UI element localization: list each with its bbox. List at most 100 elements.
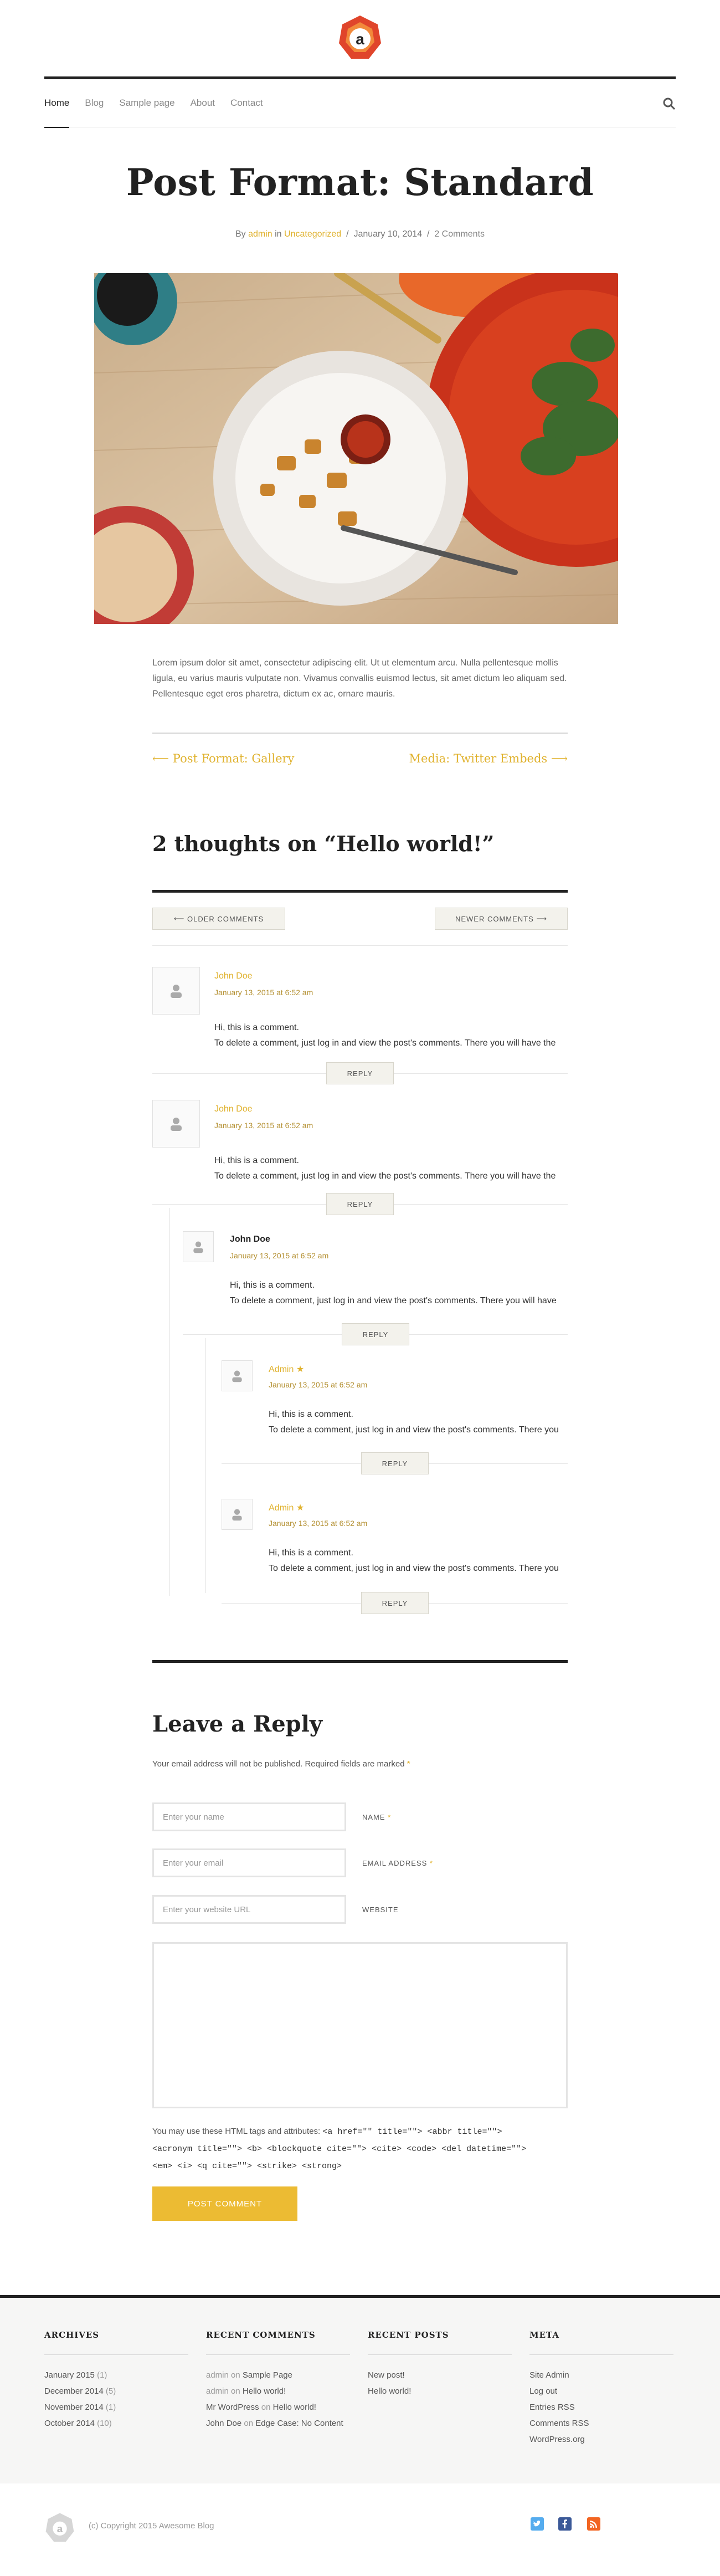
post-excerpt: Lorem ipsum dolor sit amet, consectetur … — [152, 658, 567, 699]
avatar — [183, 1231, 214, 1262]
name-field[interactable]: Enter your name — [152, 1802, 346, 1831]
newer-comments-label: NEWER COMMENTS — [455, 914, 534, 923]
reply-button[interactable]: REPLY — [326, 1062, 394, 1084]
comment-date[interactable]: January 13, 2015 at 6:52 am — [214, 1121, 313, 1130]
comment-author[interactable]: Admin ★ — [269, 1502, 304, 1513]
footer-logo[interactable]: a — [44, 2512, 75, 2543]
meta-list: Site Admin Log out Entries RSS Comments … — [529, 2367, 673, 2447]
list-item[interactable]: December 2014 (5) — [44, 2383, 188, 2399]
avatar — [152, 1100, 200, 1148]
list-item[interactable]: Hello world! — [368, 2383, 512, 2399]
list-item[interactable]: WordPress.org — [529, 2431, 673, 2447]
list-item: John Doe on Edge Case: No Content — [206, 2415, 350, 2431]
twitter-icon[interactable] — [530, 2517, 544, 2531]
on-label: on — [231, 2386, 240, 2396]
archives-widget: ARCHIVES January 2015 (1) December 2014 … — [44, 2330, 188, 2431]
post-link[interactable]: Hello world! — [243, 2386, 286, 2396]
comment-date[interactable]: January 13, 2015 at 6:52 am — [269, 1519, 367, 1528]
archive-link[interactable]: January 2015 — [44, 2370, 95, 2380]
recent-posts-widget: RECENT POSTS New post! Hello world! — [368, 2330, 512, 2399]
star-icon: ★ — [296, 1365, 305, 1374]
older-comments-button[interactable]: ⟵ OLDER COMMENTS — [152, 908, 285, 930]
next-post-link[interactable]: Media: Twitter Embeds ⟶ — [409, 752, 568, 765]
widget-title: ARCHIVES — [44, 2330, 188, 2355]
facebook-icon[interactable] — [558, 2517, 572, 2531]
list-item[interactable]: Comments RSS — [529, 2415, 673, 2431]
reply-button[interactable]: REPLY — [361, 1452, 429, 1474]
search-icon[interactable] — [662, 97, 676, 112]
nav-menu: Home Blog Sample page About Contact — [44, 98, 263, 128]
recent-posts-list: New post! Hello world! — [368, 2367, 512, 2399]
post-title: Post Format: Standard — [126, 161, 594, 204]
comment-item: Admin ★ January 13, 2015 at 6:52 am Hi, … — [222, 1360, 568, 1488]
list-item[interactable]: New post! — [368, 2367, 512, 2383]
name-label: NAME * — [362, 1813, 391, 1821]
allowed-intro: You may use these HTML tags and attribut… — [152, 2127, 321, 2136]
comment-item: John Doe January 13, 2015 at 6:52 am Hi,… — [152, 1100, 568, 1227]
nav-item-home[interactable]: Home — [44, 98, 70, 128]
list-item: admin on Sample Page — [206, 2367, 350, 2383]
nav-item-about[interactable]: About — [191, 98, 215, 109]
website-field[interactable]: Enter your website URL — [152, 1895, 346, 1924]
list-item[interactable]: Site Admin — [529, 2367, 673, 2383]
archives-list: January 2015 (1) December 2014 (5) Novem… — [44, 2367, 188, 2431]
comment-author-link[interactable]: admin — [206, 2370, 229, 2380]
comment-author[interactable]: John Doe — [214, 971, 253, 981]
comment-author-link[interactable]: John Doe — [206, 2419, 241, 2428]
main-nav: Home Blog Sample page About Contact — [44, 76, 676, 128]
email-field[interactable]: Enter your email — [152, 1848, 346, 1877]
archive-link[interactable]: November 2014 — [44, 2403, 104, 2412]
user-icon — [193, 1241, 203, 1253]
comment-author[interactable]: John Doe — [230, 1235, 270, 1245]
post-link[interactable]: Edge Case: No Content — [255, 2419, 343, 2428]
comment-textarea[interactable] — [152, 1942, 568, 2108]
rss-icon[interactable] — [587, 2517, 601, 2531]
list-item[interactable]: Log out — [529, 2383, 673, 2399]
comment-item: John Doe January 13, 2015 at 6:52 am Hi,… — [183, 1231, 568, 1359]
reply-button[interactable]: REPLY — [326, 1193, 394, 1215]
user-icon — [232, 1370, 242, 1382]
required-mark: * — [388, 1813, 392, 1821]
email-label-text: EMAIL ADDRESS — [362, 1859, 428, 1867]
nav-item-sample-page[interactable]: Sample page — [119, 98, 174, 109]
post-link[interactable]: Sample Page — [243, 2370, 292, 2380]
meta-category-link[interactable]: Uncategorized — [284, 229, 341, 239]
star-icon: ★ — [296, 1503, 305, 1513]
meta-author-link[interactable]: admin — [248, 229, 272, 239]
comments-title: 2 thoughts on “Hello world!” — [152, 831, 495, 856]
user-icon — [171, 985, 182, 998]
list-item[interactable]: November 2014 (1) — [44, 2399, 188, 2415]
comment-author[interactable]: John Doe — [214, 1104, 253, 1114]
nav-item-blog[interactable]: Blog — [85, 98, 104, 109]
user-icon — [232, 1509, 242, 1521]
comment-date[interactable]: January 13, 2015 at 6:52 am — [269, 1380, 367, 1389]
comment-line: Hi, this is a comment. — [214, 1156, 299, 1165]
list-item[interactable]: Entries RSS — [529, 2399, 673, 2415]
comment-author[interactable]: Admin ★ — [269, 1364, 304, 1375]
recent-comments-list: admin on Sample Page admin on Hello worl… — [206, 2367, 350, 2431]
list-item[interactable]: January 2015 (1) — [44, 2367, 188, 2383]
comment-author-name: Admin — [269, 1365, 294, 1374]
comment-author-link[interactable]: admin — [206, 2386, 229, 2396]
meta-comments-link[interactable]: 2 Comments — [434, 229, 485, 239]
reply-button[interactable]: REPLY — [342, 1323, 409, 1345]
archive-link[interactable]: October 2014 — [44, 2419, 95, 2428]
archive-link[interactable]: December 2014 — [44, 2386, 104, 2396]
comment-author-link[interactable]: Mr WordPress — [206, 2403, 259, 2412]
reply-button[interactable]: REPLY — [361, 1592, 429, 1614]
list-item[interactable]: October 2014 (10) — [44, 2415, 188, 2431]
newer-comments-button[interactable]: NEWER COMMENTS ⟶ — [435, 908, 568, 930]
user-icon — [171, 1118, 182, 1131]
comment-date[interactable]: January 13, 2015 at 6:52 am — [230, 1251, 328, 1260]
comment-line: Hi, this is a comment. — [214, 1023, 299, 1032]
form-notes-text: Your email address will not be published… — [152, 1759, 405, 1769]
meta-separator: / — [426, 229, 430, 239]
prev-post-link[interactable]: ⟵ Post Format: Gallery — [152, 752, 294, 765]
post-comment-button[interactable]: POST COMMENT — [152, 2186, 297, 2221]
post-link[interactable]: Hello world! — [273, 2403, 316, 2412]
comment-date[interactable]: January 13, 2015 at 6:52 am — [214, 988, 313, 997]
site-logo[interactable]: a — [337, 14, 383, 61]
meta-separator: / — [346, 229, 349, 239]
archive-count: (1) — [97, 2370, 107, 2380]
nav-item-contact[interactable]: Contact — [230, 98, 263, 109]
